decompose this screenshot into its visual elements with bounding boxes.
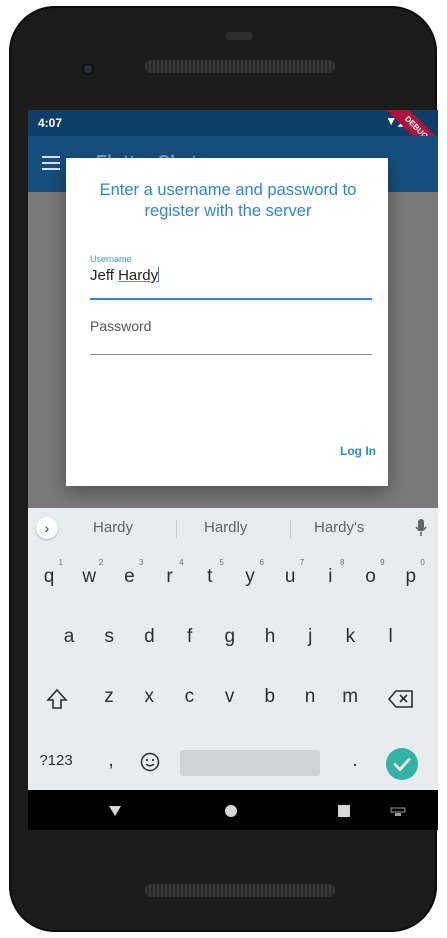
username-label: Username <box>90 254 132 264</box>
device-screen: 4:07 ▼◢▮ DEBUG Flutter Chat Enter a user… <box>28 110 438 830</box>
key-letter: p <box>405 566 417 587</box>
key-i[interactable]: i8 <box>315 558 345 588</box>
username-underline <box>90 298 372 300</box>
suggestion-strip: › Hardy Hardly Hardy's <box>28 508 438 548</box>
key-hint-number: 2 <box>98 558 104 567</box>
key-n[interactable]: n <box>295 686 325 708</box>
key-letter: i <box>328 566 333 587</box>
password-underline <box>90 354 372 355</box>
suggestion-1[interactable]: Hardy <box>93 519 133 536</box>
key-hint-number: 1 <box>58 558 63 567</box>
spacebar[interactable] <box>180 750 320 776</box>
key-d[interactable]: d <box>134 626 164 648</box>
key-y[interactable]: y6 <box>235 558 265 588</box>
key-o[interactable]: o9 <box>356 558 386 588</box>
symbols-key[interactable]: ?123 <box>36 752 76 769</box>
key-letter: u <box>284 566 296 587</box>
key-v[interactable]: v <box>215 686 245 708</box>
login-button[interactable]: Log In <box>340 444 376 458</box>
dialog-title: Enter a username and password to registe… <box>99 181 357 220</box>
key-letter: q <box>43 566 55 587</box>
status-bar: 4:07 ▼◢▮ <box>28 110 438 136</box>
username-value[interactable]: Jeff Hardy <box>90 267 372 284</box>
key-c[interactable]: c <box>174 686 204 708</box>
key-k[interactable]: k <box>335 626 365 648</box>
microphone-icon[interactable] <box>414 518 428 538</box>
key-a[interactable]: a <box>54 626 84 648</box>
soft-keyboard: › Hardy Hardly Hardy's q1w2e3r4t5y6u7i8o… <box>28 508 438 790</box>
key-u[interactable]: u7 <box>275 558 305 588</box>
bottom-speaker-grille <box>145 884 335 897</box>
username-field[interactable]: Username Jeff Hardy <box>90 254 372 300</box>
suggestion-2[interactable]: Hardly <box>204 519 247 536</box>
key-r[interactable]: r4 <box>155 558 185 588</box>
key-hint-number: 9 <box>380 558 385 567</box>
register-dialog: Enter a username and password to registe… <box>66 158 388 486</box>
chevron-right-icon[interactable]: › <box>36 517 58 539</box>
shift-icon[interactable] <box>46 688 68 710</box>
key-letter: e <box>124 566 135 587</box>
keyboard-switch-icon[interactable] <box>390 807 406 817</box>
key-hint-number: 6 <box>259 558 264 567</box>
key-g[interactable]: g <box>215 626 245 648</box>
key-p[interactable]: p0 <box>396 558 426 588</box>
key-j[interactable]: j <box>295 626 325 648</box>
username-text-first: Jeff <box>90 267 114 284</box>
password-placeholder: Password <box>90 318 152 334</box>
enter-button[interactable] <box>386 748 418 780</box>
emoji-icon[interactable] <box>140 752 160 772</box>
status-time: 4:07 <box>38 116 63 130</box>
username-text-composing: Hardy <box>118 267 159 284</box>
backspace-icon[interactable] <box>388 690 414 708</box>
back-icon[interactable] <box>108 805 122 817</box>
key-letter: t <box>207 566 213 587</box>
key-w[interactable]: w2 <box>74 558 104 588</box>
suggestion-divider <box>290 520 291 538</box>
hamburger-menu-icon[interactable] <box>42 156 60 170</box>
key-letter: o <box>365 566 376 587</box>
key-f[interactable]: f <box>175 626 205 648</box>
recents-icon[interactable] <box>337 804 351 818</box>
key-hint-number: 0 <box>420 558 425 567</box>
key-hint-number: 8 <box>339 558 345 567</box>
key-hint-number: 4 <box>179 558 184 567</box>
key-l[interactable]: l <box>376 626 406 648</box>
front-camera <box>82 63 94 75</box>
key-h[interactable]: h <box>255 626 285 648</box>
key-z[interactable]: z <box>94 686 124 708</box>
key-q[interactable]: q1 <box>34 558 64 588</box>
key-s[interactable]: s <box>94 626 124 648</box>
comma-key[interactable]: , <box>96 750 126 772</box>
navigation-bar <box>28 790 438 830</box>
top-speaker-grille <box>145 60 335 73</box>
key-hint-number: 3 <box>138 558 144 567</box>
key-x[interactable]: x <box>134 686 164 708</box>
key-hint-number: 5 <box>219 558 224 567</box>
key-letter: w <box>82 566 97 587</box>
key-hint-number: 7 <box>299 558 305 567</box>
key-letter: r <box>166 566 173 587</box>
key-t[interactable]: t5 <box>195 558 225 588</box>
password-field[interactable]: Password <box>90 318 372 355</box>
earpiece <box>225 32 253 40</box>
suggestion-divider <box>176 520 177 538</box>
text-caret <box>158 267 160 282</box>
suggestion-3[interactable]: Hardy's <box>314 519 364 536</box>
check-icon <box>393 758 411 772</box>
key-m[interactable]: m <box>335 686 365 708</box>
key-e[interactable]: e3 <box>114 558 144 588</box>
home-icon[interactable] <box>224 804 238 818</box>
period-key[interactable]: . <box>340 750 370 772</box>
key-letter: y <box>245 566 255 587</box>
key-b[interactable]: b <box>255 686 285 708</box>
